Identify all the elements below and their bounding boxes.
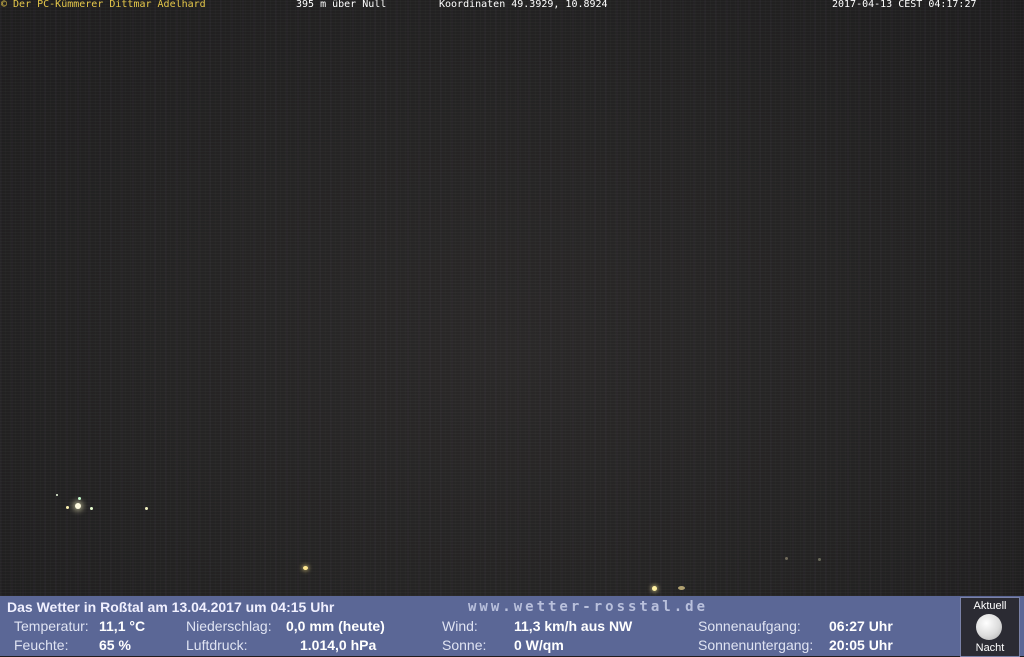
temperature-label: Temperatur:: [14, 618, 89, 634]
copyright-owner: © Der PC-Kümmerer Dittmar Adelhard: [1, 0, 206, 10]
moon-phase-box: Aktuell Nacht: [960, 597, 1020, 657]
wind-value: 11,3 km/h aus NW: [514, 618, 633, 634]
town-light: [78, 497, 81, 500]
sunrise-label: Sonnenaufgang:: [698, 618, 801, 634]
full-moon-icon: [976, 614, 1002, 640]
precipitation-label: Niederschlag:: [186, 618, 272, 634]
humidity-value: 65 %: [99, 637, 131, 653]
website-link[interactable]: www.wetter-rosstal.de: [468, 599, 708, 615]
town-light: [303, 566, 308, 570]
wind-label: Wind:: [442, 618, 478, 634]
town-light: [652, 586, 657, 591]
weather-headline: Das Wetter in Roßtal am 13.04.2017 um 04…: [7, 599, 335, 615]
town-light: [678, 586, 685, 590]
moon-top-label: Aktuell: [973, 600, 1007, 612]
webcam-image: [0, 0, 1024, 596]
sunset-value: 20:05 Uhr: [829, 637, 893, 653]
sunset-label: Sonnenuntergang:: [698, 637, 814, 653]
pressure-value: 1.014,0 hPa: [300, 637, 377, 653]
sun-label: Sonne:: [442, 637, 487, 653]
town-light: [56, 494, 58, 496]
timestamp-text: 2017-04-13 CEST 04:17:27: [832, 0, 977, 10]
altitude-text: 395 m über Null: [296, 0, 387, 10]
town-light: [818, 558, 821, 561]
weather-panel: Das Wetter in Roßtal am 13.04.2017 um 04…: [0, 596, 1024, 656]
sunrise-value: 06:27 Uhr: [829, 618, 893, 634]
town-light: [66, 506, 69, 509]
temperature-value: 11,1 °C: [99, 618, 146, 634]
camera-info-bar: © Der PC-Kümmerer Dittmar Adelhard 395 m…: [0, 0, 1024, 11]
town-light: [785, 557, 788, 560]
sun-value: 0 W/qm: [514, 637, 564, 653]
town-light: [145, 507, 148, 510]
precipitation-value: 0,0 mm (heute): [286, 618, 385, 634]
coordinates-text: Koordinaten 49.3929, 10.8924: [439, 0, 608, 10]
town-light: [75, 503, 81, 509]
pressure-label: Luftdruck:: [186, 637, 248, 653]
moon-bottom-label: Nacht: [975, 642, 1005, 654]
humidity-label: Feuchte:: [14, 637, 69, 653]
town-light: [90, 507, 93, 510]
